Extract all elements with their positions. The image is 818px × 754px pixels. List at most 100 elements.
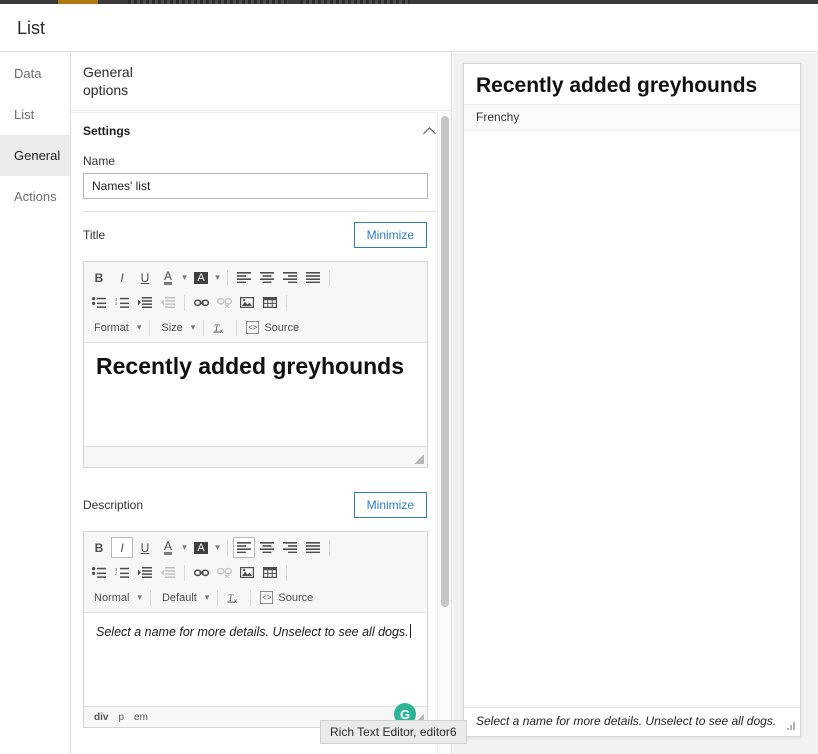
italic-button[interactable]: I xyxy=(111,267,133,288)
align-right-button[interactable] xyxy=(279,537,301,558)
panel-scrollbar-thumb[interactable] xyxy=(441,116,449,607)
remove-format-icon: T x xyxy=(227,593,237,604)
description-label: Description xyxy=(83,498,144,512)
bulleted-list-button[interactable] xyxy=(88,292,110,313)
background-color-caret-icon[interactable]: ▾ xyxy=(213,267,222,288)
table-icon xyxy=(263,567,277,578)
outdent-icon xyxy=(161,297,175,308)
indent-button[interactable] xyxy=(134,292,156,313)
name-input[interactable] xyxy=(83,173,428,199)
align-left-icon xyxy=(237,542,251,553)
indent-icon xyxy=(138,297,152,308)
name-field-label: Name xyxy=(83,154,116,168)
text-color-caret-icon[interactable]: ▾ xyxy=(180,537,189,558)
text-color-button[interactable]: A xyxy=(157,267,179,288)
table-button[interactable] xyxy=(259,292,281,313)
chevron-down-icon: ▾ xyxy=(204,592,210,602)
background-color-button[interactable]: A xyxy=(190,267,212,288)
align-center-button[interactable] xyxy=(256,267,278,288)
format-dropdown[interactable]: Normal ▾ xyxy=(88,587,145,608)
unlink-button[interactable] xyxy=(213,292,235,313)
remove-format-button[interactable]: T x xyxy=(223,587,245,608)
bold-button[interactable]: B xyxy=(88,537,110,558)
toolbar-divider xyxy=(184,564,185,581)
sidebar-item-list[interactable]: List xyxy=(0,94,70,135)
numbered-list-button[interactable]: 1 2 xyxy=(111,292,133,313)
italic-button[interactable]: I xyxy=(111,537,133,558)
element-path-em[interactable]: em xyxy=(134,712,148,723)
text-color-button[interactable]: A xyxy=(157,537,179,558)
numbered-list-button[interactable]: 1 2 xyxy=(111,562,133,583)
indent-icon xyxy=(138,567,152,578)
align-right-icon xyxy=(283,542,297,553)
image-icon xyxy=(240,297,254,308)
sidebar-item-label: Data xyxy=(14,66,42,81)
underline-button[interactable]: U xyxy=(134,267,156,288)
indent-button[interactable] xyxy=(134,562,156,583)
sidebar-item-data[interactable]: Data xyxy=(0,53,70,94)
format-dropdown[interactable]: Format ▾ xyxy=(88,317,144,338)
format-dropdown-value: Format xyxy=(94,321,129,334)
title-editor-text: Recently added greyhounds xyxy=(96,353,405,379)
bulleted-list-button[interactable] xyxy=(88,562,110,583)
link-button[interactable] xyxy=(190,562,212,583)
settings-section-header[interactable]: Settings xyxy=(71,112,451,148)
sidebar-item-general[interactable]: General xyxy=(0,135,70,176)
chevron-down-icon: ▾ xyxy=(136,322,142,332)
size-dropdown[interactable]: Default ▾ xyxy=(156,587,212,608)
outdent-button[interactable] xyxy=(157,292,179,313)
text-color-glyph: A xyxy=(163,268,172,285)
description-rich-text-editor: B I U A ▾ A ▾ 1 2 Normal ▾ Default ▾ T <… xyxy=(83,531,428,728)
table-button[interactable] xyxy=(259,562,281,583)
title-editor-content[interactable]: Recently added greyhounds xyxy=(84,343,427,446)
minimize-description-button[interactable]: Minimize xyxy=(353,492,427,518)
align-left-button[interactable] xyxy=(233,267,255,288)
general-options-panel: General options Settings Name Title Mini… xyxy=(71,53,452,754)
size-dropdown[interactable]: Size ▾ xyxy=(155,317,198,338)
panel-scrollbar[interactable] xyxy=(437,112,451,754)
source-button[interactable]: <> Source xyxy=(242,317,303,338)
element-path-p[interactable]: p xyxy=(118,712,124,723)
toolbar-divider xyxy=(149,589,151,606)
align-left-button[interactable] xyxy=(233,537,255,558)
numbered-list-icon: 1 2 xyxy=(115,567,129,578)
resize-grip-icon[interactable] xyxy=(414,454,424,464)
unlink-button[interactable] xyxy=(213,562,235,583)
minimize-title-button[interactable]: Minimize xyxy=(353,222,427,248)
align-justify-button[interactable] xyxy=(302,537,324,558)
preview-pane: Recently added greyhounds Frenchy Select… xyxy=(453,53,818,754)
underline-button[interactable]: U xyxy=(134,537,156,558)
outdent-button[interactable] xyxy=(157,562,179,583)
title-editor-toolbar: B I U A ▾ A ▾ 1 2 Format ▾ Size ▾ T <> S… xyxy=(84,262,427,343)
align-center-button[interactable] xyxy=(256,537,278,558)
preview-description: Select a name for more details. Unselect… xyxy=(464,707,800,736)
text-color-caret-icon[interactable]: ▾ xyxy=(180,267,189,288)
align-right-button[interactable] xyxy=(279,267,301,288)
background-color-button[interactable]: A xyxy=(190,537,212,558)
chevron-up-icon[interactable] xyxy=(424,125,436,137)
title-rich-text-editor: B I U A ▾ A ▾ 1 2 Format ▾ Size ▾ T <> S… xyxy=(83,261,428,468)
bold-button[interactable]: B xyxy=(88,267,110,288)
source-button[interactable]: <> Source xyxy=(256,587,317,608)
list-item[interactable]: Frenchy xyxy=(464,104,800,131)
image-button[interactable] xyxy=(236,562,258,583)
sidebar-item-label: General xyxy=(14,148,61,163)
resize-grip-icon[interactable] xyxy=(787,722,796,731)
image-button[interactable] xyxy=(236,292,258,313)
editor-tooltip: Rich Text Editor, editor6 xyxy=(320,720,467,744)
format-dropdown-value: Normal xyxy=(94,591,130,604)
description-editor-text: Select a name for more details. Unselect… xyxy=(96,625,409,639)
table-icon xyxy=(263,297,277,308)
remove-format-button[interactable]: T x xyxy=(209,317,231,338)
toolbar-divider xyxy=(329,269,330,286)
description-editor-content[interactable]: Select a name for more details. Unselect… xyxy=(84,613,427,706)
image-icon xyxy=(240,567,254,578)
background-color-caret-icon[interactable]: ▾ xyxy=(213,537,222,558)
list-configuration-screen: List Data List General Actions General o… xyxy=(0,0,818,754)
sidebar-item-actions[interactable]: Actions xyxy=(0,176,70,217)
element-path-div[interactable]: div xyxy=(94,712,108,723)
toolbar-divider xyxy=(286,564,287,581)
align-justify-button[interactable] xyxy=(302,267,324,288)
link-button[interactable] xyxy=(190,292,212,313)
size-dropdown-value: Default xyxy=(161,591,197,604)
